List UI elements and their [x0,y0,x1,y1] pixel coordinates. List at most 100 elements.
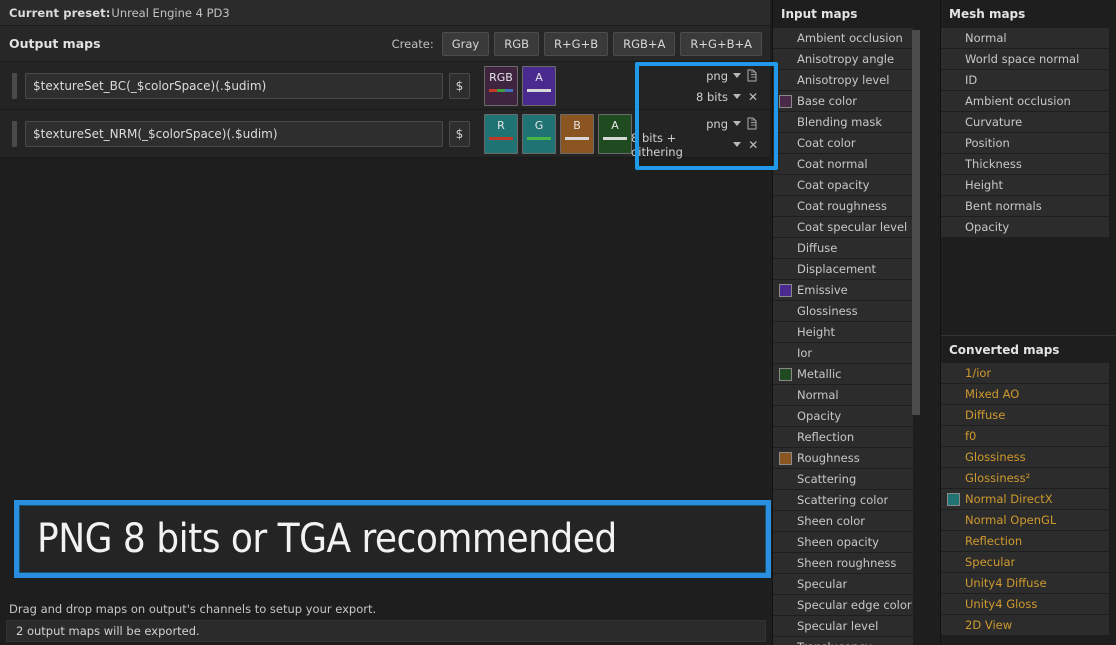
list-item[interactable]: f0 [941,426,1109,446]
list-item[interactable]: Metallic [773,364,913,384]
list-item[interactable]: Displacement [773,259,913,279]
list-item[interactable]: Coat color [773,133,913,153]
channel-slot-b[interactable]: B [560,113,594,154]
channel-slot-r[interactable]: R [484,113,518,154]
scrollbar-thumb[interactable] [912,30,920,415]
list-item-label: Opacity [797,409,842,423]
list-item-label: Mixed AO [965,387,1020,401]
list-item[interactable]: Opacity [773,406,913,426]
channel-slot-rgb[interactable]: RGB [484,65,518,106]
list-item[interactable]: Normal [941,28,1109,48]
list-item[interactable]: Glossiness [941,447,1109,467]
drag-handle-icon[interactable] [12,120,17,147]
map-swatch-placeholder [947,367,960,380]
input-maps-scrollbar[interactable] [912,30,920,415]
list-item[interactable]: Anisotropy angle [773,49,913,69]
list-item[interactable]: Coat specular level [773,217,913,237]
list-item[interactable]: Diffuse [941,405,1109,425]
list-item[interactable]: Mixed AO [941,384,1109,404]
list-item[interactable]: Reflection [773,427,913,447]
drag-handle-icon[interactable] [12,72,17,99]
list-item[interactable]: Thickness [941,154,1109,174]
list-item[interactable]: Coat opacity [773,175,913,195]
list-item[interactable]: Height [773,322,913,342]
list-item[interactable]: Normal OpenGL [941,510,1109,530]
channel-label: B [573,118,581,132]
input-maps-title: Input maps [773,0,938,28]
create-gray-button[interactable]: Gray [441,31,490,56]
output-name-input[interactable] [25,120,443,147]
list-item[interactable]: Unity4 Diffuse [941,573,1109,593]
channel-slot-a[interactable]: A [598,113,632,154]
chevron-down-icon[interactable] [733,94,741,99]
list-item[interactable]: World space normal [941,49,1109,69]
list-item[interactable]: Ambient occlusion [941,91,1109,111]
converted-maps-list[interactable]: 1/ior Mixed AO Diffuse f0 Glossiness Glossine… [941,363,1116,635]
list-item[interactable]: Sheen roughness [773,553,913,573]
list-item[interactable]: Reflection [941,531,1109,551]
list-item[interactable]: ID [941,70,1109,90]
list-item[interactable]: Sheen opacity [773,532,913,552]
list-item[interactable]: Glossiness² [941,468,1109,488]
list-item[interactable]: Coat normal [773,154,913,174]
list-item[interactable]: Specular level [773,616,913,636]
map-swatch-placeholder [947,179,960,192]
hint-text: Drag and drop maps on output's channels … [0,598,770,620]
list-item[interactable]: Normal DirectX [941,489,1109,509]
map-swatch-placeholder [779,53,792,66]
list-item[interactable]: Curvature [941,112,1109,132]
mesh-maps-list[interactable]: Normal World space normal ID Ambient occlus… [941,28,1116,237]
list-item[interactable]: Translucency [773,637,913,645]
list-item[interactable]: Unity4 Gloss [941,594,1109,614]
list-item[interactable]: Position [941,133,1109,153]
list-item[interactable]: Coat roughness [773,196,913,216]
map-swatch-placeholder [779,74,792,87]
list-item[interactable]: Ambient occlusion [773,28,913,48]
channel-slot-a[interactable]: A [522,65,556,106]
list-item[interactable]: Diffuse [773,238,913,258]
file-icon[interactable] [746,117,760,131]
list-item[interactable]: Specular [773,574,913,594]
close-icon[interactable]: ✕ [746,138,760,152]
file-icon[interactable] [746,69,760,83]
create-rgb-a-button[interactable]: RGB+A [613,31,676,56]
list-item[interactable]: Specular [941,552,1109,572]
list-item-label: Opacity [965,220,1010,234]
chevron-down-icon[interactable] [733,121,741,126]
list-item[interactable]: Roughness [773,448,913,468]
variable-insert-button[interactable]: $ [449,72,470,99]
list-item[interactable]: 2D View [941,615,1109,635]
list-item[interactable]: Emissive [773,280,913,300]
list-item[interactable]: Specular edge color [773,595,913,615]
chevron-down-icon[interactable] [733,73,741,78]
variable-insert-button[interactable]: $ [449,120,470,147]
list-item[interactable]: 1/ior [941,363,1109,383]
list-item[interactable]: Bent normals [941,196,1109,216]
create-r-g-b-a-button[interactable]: R+G+B+A [680,31,762,56]
list-item[interactable]: Opacity [941,217,1109,237]
list-item[interactable]: Ior [773,343,913,363]
create-rgb-button[interactable]: RGB [494,31,540,56]
list-item[interactable]: Normal [773,385,913,405]
list-item[interactable]: Scattering [773,469,913,489]
list-item[interactable]: Scattering color [773,490,913,510]
list-item[interactable]: Base color [773,91,913,111]
output-maps-list: $ RGB A png [0,62,770,159]
list-item[interactable]: Blending mask [773,112,913,132]
channel-label: R [497,118,505,132]
list-item[interactable]: Sheen color [773,511,913,531]
list-item-label: Specular level [797,619,879,633]
list-item[interactable]: Glossiness [773,301,913,321]
output-map-row[interactable]: $ R G B A [0,110,770,159]
output-map-row[interactable]: $ RGB A png [0,62,770,110]
close-icon[interactable]: ✕ [746,90,760,104]
list-item[interactable]: Anisotropy level [773,70,913,90]
output-name-input[interactable] [25,72,443,99]
list-item-label: Coat specular level [797,220,908,234]
create-r-g-b-button[interactable]: R+G+B [544,31,609,56]
map-swatch-placeholder [779,32,792,45]
list-item-label: Sheen roughness [797,556,897,570]
chevron-down-icon[interactable] [733,142,742,147]
list-item[interactable]: Height [941,175,1109,195]
channel-slot-g[interactable]: G [522,113,556,154]
